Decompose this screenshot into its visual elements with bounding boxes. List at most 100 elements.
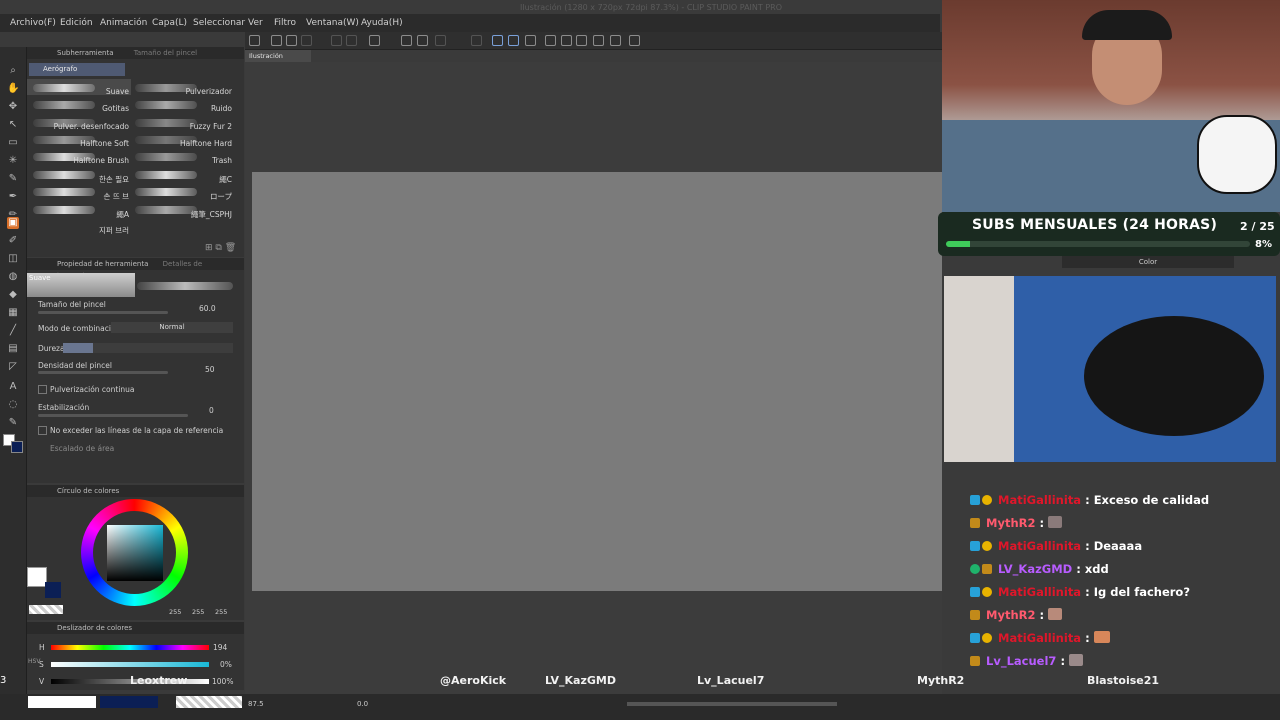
move-icon[interactable]: ✥ [7, 101, 19, 113]
brush-size-value[interactable]: 60.0 [199, 304, 216, 313]
brush-size-tab-label[interactable]: Tamaño del pincel [134, 49, 197, 57]
horizontal-scrollbar[interactable] [627, 702, 837, 706]
menu-archivo[interactable]: Archivo(F) [10, 18, 56, 28]
fill-bucket-icon[interactable]: ◆ [7, 289, 19, 301]
undo-icon[interactable] [331, 35, 342, 46]
brush-item[interactable]: Halftone Soft [80, 139, 129, 148]
document-tab[interactable]: Ilustración [245, 50, 311, 62]
brush-item[interactable]: 지퍼 브러 [99, 225, 129, 236]
layer-color-select[interactable]: Color [1062, 256, 1234, 268]
menu-animacion[interactable]: Animación [100, 18, 147, 28]
frame-icon[interactable]: ▤ [7, 343, 19, 355]
zoom-icon[interactable]: ⌕ [7, 65, 19, 77]
brush-item[interactable]: Halftone Brush [73, 156, 129, 165]
redo-icon[interactable] [346, 35, 357, 46]
menu-edicion[interactable]: Edición [60, 18, 93, 28]
layer-icon[interactable] [610, 35, 621, 46]
perspective-icon[interactable] [545, 35, 556, 46]
brush-item[interactable]: Pulverizador [186, 87, 232, 96]
stabilization-slider[interactable] [38, 414, 188, 417]
density-value[interactable]: 50 [205, 365, 215, 374]
menu-ver[interactable]: Ver [248, 18, 263, 28]
saturation-slider[interactable] [51, 662, 209, 667]
zoom-value[interactable]: 87.5 [248, 700, 264, 708]
hand-icon[interactable]: ✋ [7, 83, 19, 95]
brush-item[interactable]: 한손 필요 [99, 174, 129, 185]
sub-color-bar[interactable] [100, 696, 158, 708]
color-slider-tab[interactable]: Deslizador de colores [27, 622, 244, 634]
canvas[interactable] [252, 172, 942, 591]
brush-item[interactable]: Trash [212, 156, 232, 165]
fill-icon[interactable] [401, 35, 412, 46]
main-color-bar[interactable] [28, 696, 96, 708]
menu-ayuda[interactable]: Ayuda(H) [361, 18, 403, 28]
brush-item[interactable]: Halftone Hard [180, 139, 232, 148]
gradient-icon[interactable]: ▦ [7, 307, 19, 319]
transparent-bar[interactable] [176, 696, 242, 708]
brush-size-slider[interactable] [38, 311, 168, 314]
brush-item[interactable]: Fuzzy Fur 2 [190, 122, 232, 131]
main-color-swatch[interactable] [27, 567, 47, 587]
eyedropper-icon[interactable]: ✎ [7, 173, 19, 185]
brush-item[interactable]: ロープ [210, 191, 232, 202]
busy-icon[interactable] [369, 35, 380, 46]
balloon-icon[interactable]: ◌ [7, 399, 19, 411]
grid-icon[interactable] [561, 35, 572, 46]
text-icon[interactable]: A [7, 381, 19, 393]
menu-filtro[interactable]: Filtro [274, 18, 296, 28]
save-icon[interactable] [301, 35, 312, 46]
panel-actions-icon[interactable]: ⊞ ⧉ 🗑 [205, 243, 236, 253]
eraser-icon[interactable]: ◫ [7, 253, 19, 265]
hue-slider[interactable] [51, 645, 209, 650]
transform-icon[interactable] [435, 35, 446, 46]
tool-property-tab[interactable]: Propiedad de herramienta Detalles de her… [27, 258, 244, 280]
brush-icon[interactable]: ✐ [7, 235, 19, 247]
rotation-value[interactable]: 0.0 [357, 700, 368, 708]
new-canvas-icon[interactable] [249, 35, 260, 46]
subtool-group-airbrush[interactable]: Aerógrafo [29, 63, 125, 76]
hardness-slider[interactable] [63, 343, 233, 353]
menu-seleccionar[interactable]: Seleccionar [193, 18, 245, 28]
brush-item[interactable]: Pulver. desenfocado [54, 122, 129, 131]
brush-item[interactable]: 손 뜨 브 [104, 191, 129, 202]
open-icon[interactable] [286, 35, 297, 46]
blend-icon[interactable]: ◍ [7, 271, 19, 283]
brush-item[interactable]: Suave [106, 87, 129, 96]
brush-item[interactable]: Gotitas [102, 104, 129, 113]
ruler-tool-icon[interactable]: ◸ [7, 361, 19, 373]
color-wheel-tab[interactable]: Círculo de colores [27, 485, 244, 497]
brush-item[interactable]: 繩C [219, 174, 232, 185]
snap-curve-icon[interactable] [508, 35, 519, 46]
correct-line-icon[interactable]: ✎ [7, 417, 19, 429]
stabilization-value[interactable]: 0 [209, 406, 214, 415]
transparent-swatch[interactable] [29, 605, 63, 614]
brush-item[interactable]: 繩筆_CSPHJ [191, 209, 232, 220]
menu-ventana[interactable]: Ventana(W) [306, 18, 359, 28]
figure-icon[interactable]: ╱ [7, 325, 19, 337]
magic-wand-icon[interactable]: ✳ [7, 155, 19, 167]
brush-item[interactable]: 繩A [116, 209, 129, 220]
select-icon[interactable] [471, 35, 482, 46]
density-slider[interactable] [38, 371, 168, 374]
brush-item[interactable]: Ruido [211, 104, 232, 113]
crop-icon[interactable] [417, 35, 428, 46]
tablet-icon[interactable] [629, 35, 640, 46]
marquee-icon[interactable]: ▭ [7, 137, 19, 149]
flip-icon[interactable] [576, 35, 587, 46]
airbrush-icon[interactable]: ▣ [7, 217, 19, 229]
saturation-value-square[interactable] [107, 525, 163, 581]
new-file-icon[interactable] [271, 35, 282, 46]
sub-color-swatch[interactable] [11, 441, 23, 453]
reference-icon[interactable] [593, 35, 604, 46]
reference-checkbox[interactable] [38, 426, 47, 435]
pen-icon[interactable]: ✒ [7, 191, 19, 203]
spray-checkbox[interactable] [38, 385, 47, 394]
ruler-icon[interactable] [525, 35, 536, 46]
blend-mode-select[interactable]: Normal [111, 322, 233, 333]
subtool-tab[interactable]: Subherramienta Tamaño del pincel [27, 47, 244, 59]
menu-capa[interactable]: Capa(L) [152, 18, 187, 28]
hsv-mode-label[interactable]: HSV [28, 658, 40, 665]
sub-color-swatch[interactable] [45, 582, 61, 598]
operation-icon[interactable]: ↖ [7, 119, 19, 131]
snap-icon[interactable] [492, 35, 503, 46]
